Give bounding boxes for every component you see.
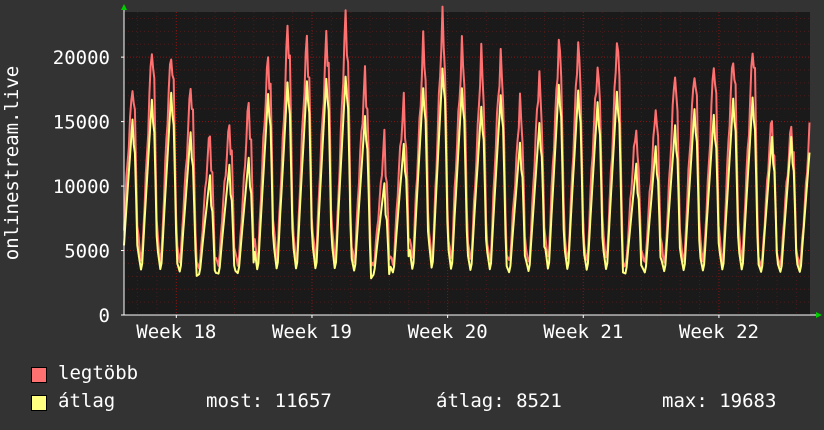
x-axis-arrow-icon xyxy=(816,312,822,318)
legend-swatch-avg xyxy=(31,395,47,411)
stat-average: átlag: 8521 xyxy=(436,390,562,412)
y-tick-label: 0 xyxy=(99,305,110,327)
x-tick-label: Week 20 xyxy=(408,321,488,343)
x-tick-label: Week 18 xyxy=(136,321,216,343)
y-tick-labels: 0 5000 10000 15000 20000 xyxy=(53,47,110,327)
legend-swatch-max xyxy=(31,367,47,383)
x-tick-label: Week 19 xyxy=(272,321,352,343)
legend-label-avg: átlag xyxy=(58,390,116,412)
x-tick-label: Week 22 xyxy=(679,321,759,343)
chart-container: 0 5000 10000 15000 20000 Week 18 Week 19 Week … xyxy=(0,0,824,430)
y-tick-label: 5000 xyxy=(64,241,110,263)
stat-max: max: 19683 xyxy=(662,390,777,412)
y-axis-arrow-icon xyxy=(121,4,127,10)
y-tick-label: 10000 xyxy=(53,176,110,198)
y-tick-label: 20000 xyxy=(53,47,110,69)
legend-label-max: legtöbb xyxy=(58,362,139,384)
stat-current: most: 11657 xyxy=(206,390,332,412)
x-tick-labels: Week 18 Week 19 Week 20 Week 21 Week 22 xyxy=(136,321,759,343)
y-tick-label: 15000 xyxy=(53,112,110,134)
x-tick-label: Week 21 xyxy=(543,321,623,343)
y-axis-label: onlinestream.live xyxy=(1,66,23,260)
